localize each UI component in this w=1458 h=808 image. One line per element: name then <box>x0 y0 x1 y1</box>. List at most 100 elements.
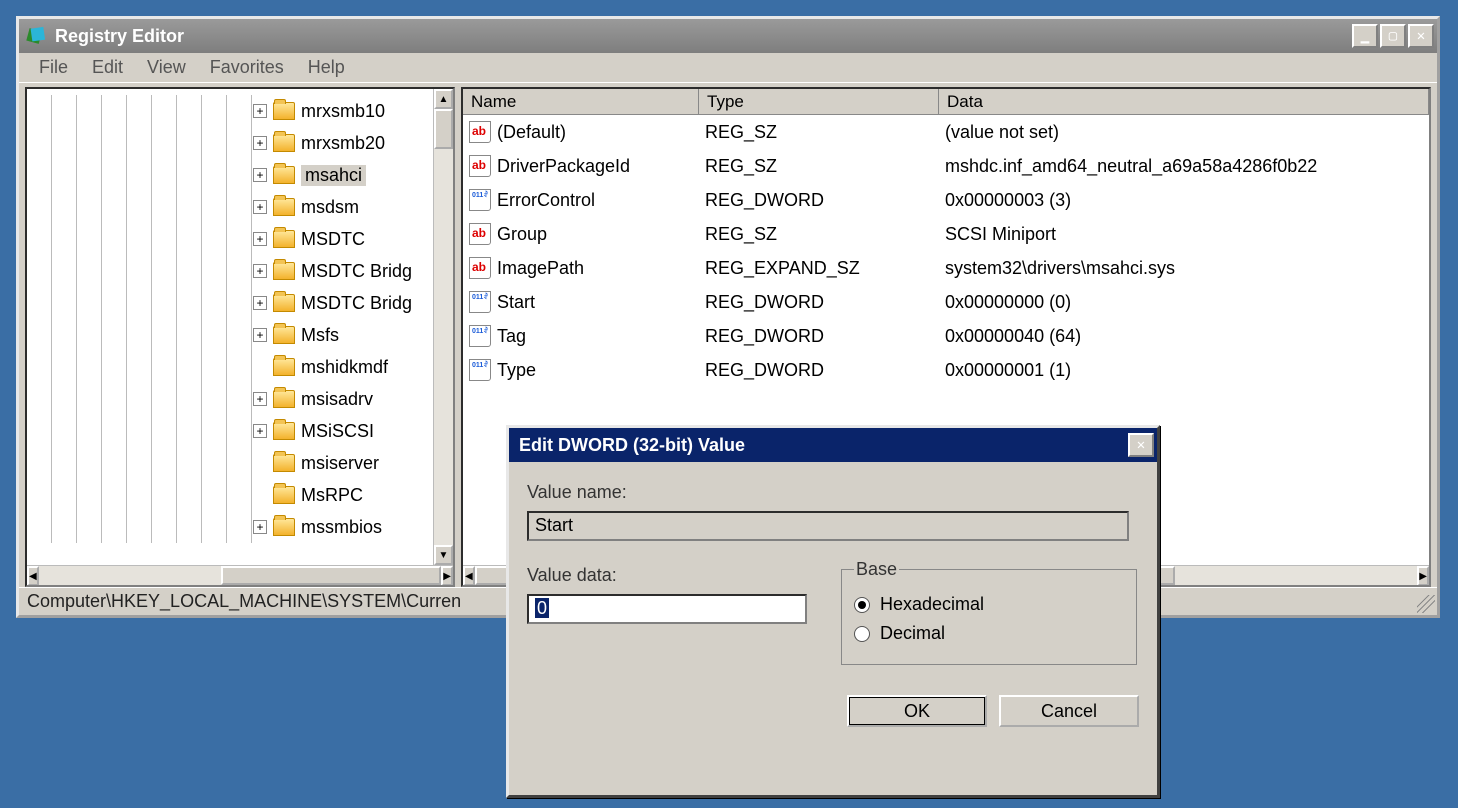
tree-item-label: msiserver <box>301 453 379 474</box>
tree-item[interactable]: + MSiSCSI <box>27 415 433 447</box>
base-legend: Base <box>854 559 899 580</box>
value-name: Tag <box>497 326 526 347</box>
value-data: 0x00000003 (3) <box>945 190 1429 211</box>
expander-icon[interactable]: + <box>253 264 267 278</box>
folder-icon <box>273 390 295 408</box>
tree-item[interactable]: + mrxsmb10 <box>27 95 433 127</box>
value-row[interactable]: (Default)REG_SZ(value not set) <box>463 115 1429 149</box>
dialog-buttons: OK Cancel <box>509 673 1157 741</box>
value-data-label: Value data: <box>527 565 807 586</box>
folder-icon <box>273 422 295 440</box>
menu-view[interactable]: View <box>135 57 198 78</box>
expander-icon[interactable]: + <box>253 168 267 182</box>
tree-item[interactable]: + MSDTC Bridg <box>27 255 433 287</box>
tree-item[interactable]: +mssmbios <box>27 511 433 543</box>
tree-item[interactable]: + MSDTC <box>27 223 433 255</box>
menu-edit[interactable]: Edit <box>80 57 135 78</box>
tree-item[interactable]: + msisadrv <box>27 383 433 415</box>
resize-grip-icon[interactable] <box>1417 595 1435 613</box>
value-row[interactable]: ErrorControlREG_DWORD0x00000003 (3) <box>463 183 1429 217</box>
minimize-button[interactable]: ▁ <box>1352 24 1378 48</box>
expander-icon[interactable]: + <box>253 232 267 246</box>
menu-file[interactable]: File <box>27 57 80 78</box>
string-value-icon <box>469 257 491 279</box>
value-data-field[interactable]: 0 <box>527 594 807 624</box>
value-row[interactable]: GroupREG_SZSCSI Miniport <box>463 217 1429 251</box>
value-name: Group <box>497 224 547 245</box>
tree-item[interactable]: MsRPC <box>27 479 433 511</box>
tree-item[interactable]: +MSDTC Bridg <box>27 287 433 319</box>
value-row[interactable]: TagREG_DWORD0x00000040 (64) <box>463 319 1429 353</box>
radio-decimal[interactable]: Decimal <box>854 623 1124 644</box>
radio-hexadecimal[interactable]: Hexadecimal <box>854 594 1124 615</box>
folder-icon <box>273 262 295 280</box>
tree-item[interactable]: + Msfs <box>27 319 433 351</box>
value-row[interactable]: ImagePathREG_EXPAND_SZsystem32\drivers\m… <box>463 251 1429 285</box>
tree-horizontal-scrollbar[interactable]: ◀ ▶ <box>27 565 453 585</box>
value-row[interactable]: DriverPackageIdREG_SZmshdc.inf_amd64_neu… <box>463 149 1429 183</box>
expander-icon[interactable]: + <box>253 136 267 150</box>
tree-item-label: msisadrv <box>301 389 373 410</box>
dialog-titlebar[interactable]: Edit DWORD (32-bit) Value ✕ <box>509 428 1157 462</box>
tree-item[interactable]: + msahci <box>27 159 433 191</box>
tree-item[interactable]: msiserver <box>27 447 433 479</box>
scroll-down-icon[interactable]: ▼ <box>434 545 453 565</box>
folder-icon <box>273 166 295 184</box>
titlebar[interactable]: Registry Editor ▁ ▢ ✕ <box>19 19 1437 53</box>
scroll-right-icon[interactable]: ▶ <box>1417 566 1429 586</box>
value-name: ImagePath <box>497 258 584 279</box>
radio-dot-icon <box>854 626 870 642</box>
column-name[interactable]: Name <box>463 89 699 114</box>
expander-icon[interactable]: + <box>253 200 267 214</box>
tree-item-label: Msfs <box>301 325 339 346</box>
folder-icon <box>273 326 295 344</box>
value-name-field: Start <box>527 511 1129 541</box>
value-name: (Default) <box>497 122 566 143</box>
scroll-up-icon[interactable]: ▲ <box>434 89 453 109</box>
scroll-left-icon[interactable]: ◀ <box>463 566 475 586</box>
scroll-right-icon[interactable]: ▶ <box>441 566 453 586</box>
tree-item-label: mrxsmb10 <box>301 101 385 122</box>
scroll-left-icon[interactable]: ◀ <box>27 566 39 586</box>
value-row[interactable]: StartREG_DWORD0x00000000 (0) <box>463 285 1429 319</box>
value-name-label: Value name: <box>527 482 1139 503</box>
folder-icon <box>273 294 295 312</box>
scroll-thumb[interactable] <box>221 566 441 585</box>
maximize-button[interactable]: ▢ <box>1380 24 1406 48</box>
expander-icon[interactable]: + <box>253 392 267 406</box>
column-data[interactable]: Data <box>939 89 1429 114</box>
folder-icon <box>273 134 295 152</box>
key-tree[interactable]: +mrxsmb10+mrxsmb20+msahci+msdsm+MSDTC+MS… <box>27 89 433 565</box>
tree-item-label: MSDTC <box>301 229 365 250</box>
status-path: Computer\HKEY_LOCAL_MACHINE\SYSTEM\Curre… <box>27 591 461 612</box>
value-row[interactable]: TypeREG_DWORD0x00000001 (1) <box>463 353 1429 387</box>
tree-item-label: mrxsmb20 <box>301 133 385 154</box>
menu-favorites[interactable]: Favorites <box>198 57 296 78</box>
values-header[interactable]: Name Type Data <box>463 89 1429 115</box>
menu-help[interactable]: Help <box>296 57 357 78</box>
tree-item[interactable]: +msdsm <box>27 191 433 223</box>
column-type[interactable]: Type <box>699 89 939 114</box>
value-name: ErrorControl <box>497 190 595 211</box>
tree-item-label: msahci <box>301 165 366 186</box>
expander-icon[interactable]: + <box>253 104 267 118</box>
tree-item-label: MSiSCSI <box>301 421 374 442</box>
tree-item-label: MSDTC Bridg <box>301 261 412 282</box>
value-data: (value not set) <box>945 122 1429 143</box>
folder-icon <box>273 454 295 472</box>
cancel-button[interactable]: Cancel <box>999 695 1139 727</box>
value-type: REG_EXPAND_SZ <box>705 258 945 279</box>
string-value-icon <box>469 121 491 143</box>
radio-dot-icon <box>854 597 870 613</box>
tree-item[interactable]: mshidkmdf <box>27 351 433 383</box>
expander-icon[interactable]: + <box>253 328 267 342</box>
dialog-close-button[interactable]: ✕ <box>1128 433 1154 457</box>
close-button[interactable]: ✕ <box>1408 24 1434 48</box>
tree-item[interactable]: + mrxsmb20 <box>27 127 433 159</box>
expander-icon[interactable]: + <box>253 520 267 534</box>
tree-vertical-scrollbar[interactable]: ▲ ▼ <box>433 89 453 565</box>
expander-icon[interactable]: + <box>253 296 267 310</box>
ok-button[interactable]: OK <box>847 695 987 727</box>
expander-icon[interactable]: + <box>253 424 267 438</box>
scroll-thumb[interactable] <box>434 109 453 149</box>
